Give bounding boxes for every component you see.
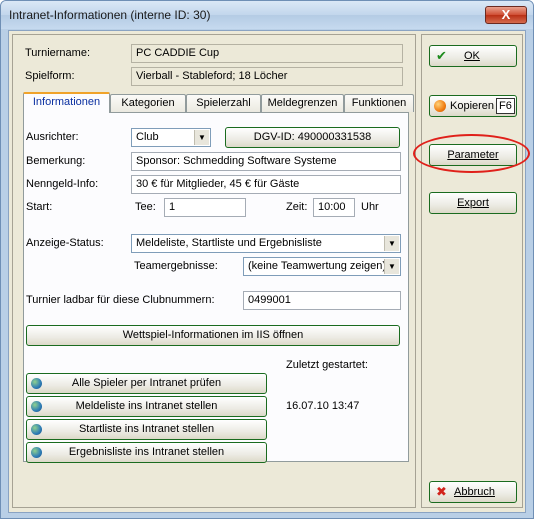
close-button[interactable]: X xyxy=(485,6,527,24)
export-button[interactable]: Export xyxy=(429,192,517,214)
anzeige-status-value: Meldeliste, Startliste und Ergebnisliste xyxy=(136,237,322,249)
zuletzt-gestartet-value: 16.07.10 13:47 xyxy=(286,400,360,412)
zuletzt-gestartet-label: Zuletzt gestartet: xyxy=(286,359,368,371)
teamergebnisse-value: (keine Teamwertung zeigen) xyxy=(248,260,386,272)
ausrichter-value: Club xyxy=(136,131,159,143)
meldeliste-button[interactable]: Meldeliste ins Intranet stellen xyxy=(26,396,267,417)
tab-meldegrenzen[interactable]: Meldegrenzen xyxy=(261,94,344,112)
tab-page-informationen: Ausrichter: Club ▼ DGV-ID: 490000331538 … xyxy=(23,112,409,463)
chevron-down-icon: ▼ xyxy=(194,130,209,145)
tee-label: Tee: xyxy=(135,201,156,213)
check-icon: ✔ xyxy=(436,48,447,63)
nenngeld-field[interactable]: 30 € für Mitglieder, 45 € für Gäste xyxy=(131,175,401,194)
shortcut-badge: F6 xyxy=(496,98,515,114)
ausrichter-label: Ausrichter: xyxy=(26,131,79,143)
turniername-field: PC CADDIE Cup xyxy=(131,44,403,63)
side-panel: ✔ OK Kopieren F6 Parameter Export ✖ Abbr… xyxy=(421,34,523,508)
uhr-label: Uhr xyxy=(361,201,379,213)
turniername-label: Turniername: xyxy=(25,47,91,59)
abbruch-label: Abbruch xyxy=(454,486,495,498)
parameter-label: Parameter xyxy=(447,149,499,161)
bemerkung-field[interactable]: Sponsor: Schmedding Software Systeme xyxy=(131,152,401,171)
spielform-field: Vierball - Stableford; 18 Löcher xyxy=(131,67,403,86)
zeit-field[interactable]: 10:00 xyxy=(313,198,355,217)
tee-field[interactable]: 1 xyxy=(164,198,246,217)
iis-open-button[interactable]: Wettspiel-Informationen im IIS öffnen xyxy=(26,325,400,346)
tab-label: Spielerzahl xyxy=(196,97,251,109)
kopieren-label: Kopieren xyxy=(450,100,495,112)
tab-kategorien[interactable]: Kategorien xyxy=(110,94,186,112)
ok-label: OK xyxy=(464,50,480,62)
tab-informationen[interactable]: Informationen xyxy=(23,92,110,113)
tab-label: Meldegrenzen xyxy=(267,97,338,109)
anzeige-status-label: Anzeige-Status: xyxy=(26,237,104,249)
export-label: Export xyxy=(457,197,489,209)
tab-label: Kategorien xyxy=(121,97,175,109)
kopieren-button[interactable]: Kopieren F6 xyxy=(429,95,517,117)
alle-spieler-pruefen-button[interactable]: Alle Spieler per Intranet prüfen xyxy=(26,373,267,394)
globe-icon xyxy=(31,424,42,435)
ergebnisliste-button[interactable]: Ergebnisliste ins Intranet stellen xyxy=(26,442,267,463)
bemerkung-label: Bemerkung: xyxy=(26,155,86,167)
chevron-down-icon: ▼ xyxy=(384,236,399,251)
close-icon: X xyxy=(501,7,511,22)
dialog-window: Intranet-Informationen (interne ID: 30) … xyxy=(0,0,534,519)
dgv-id-button[interactable]: DGV-ID: 490000331538 xyxy=(225,127,400,148)
nenngeld-label: Nenngeld-Info: xyxy=(26,178,99,190)
copy-icon xyxy=(434,100,446,112)
button-label: Startliste ins Intranet stellen xyxy=(78,423,215,435)
main-panel: Turniername: PC CADDIE Cup Spielform: Vi… xyxy=(12,34,416,508)
tab-label: Funktionen xyxy=(351,97,407,109)
close-icon: ✖ xyxy=(436,484,447,499)
dialog-client: Turniername: PC CADDIE Cup Spielform: Vi… xyxy=(8,30,526,513)
button-label: Alle Spieler per Intranet prüfen xyxy=(71,377,222,389)
globe-icon xyxy=(31,447,42,458)
clubnummern-label: Turnier ladbar für diese Clubnummern: xyxy=(26,294,215,306)
window-title: Intranet-Informationen (interne ID: 30) xyxy=(9,8,211,22)
teamergebnisse-label: Teamergebnisse: xyxy=(134,260,218,272)
zeit-label: Zeit: xyxy=(286,201,308,213)
start-label: Start: xyxy=(26,201,53,213)
ok-button[interactable]: ✔ OK xyxy=(429,45,517,67)
anzeige-status-select[interactable]: Meldeliste, Startliste und Ergebnisliste… xyxy=(131,234,401,253)
chevron-down-icon: ▼ xyxy=(384,259,399,274)
ausrichter-select[interactable]: Club ▼ xyxy=(131,128,211,147)
tab-spielerzahl[interactable]: Spielerzahl xyxy=(186,94,261,112)
clubnummern-field[interactable]: 0499001 xyxy=(243,291,401,310)
teamergebnisse-select[interactable]: (keine Teamwertung zeigen) ▼ xyxy=(243,257,401,276)
startliste-button[interactable]: Startliste ins Intranet stellen xyxy=(26,419,267,440)
title-bar[interactable]: Intranet-Informationen (interne ID: 30) … xyxy=(1,1,533,29)
tab-label: Informationen xyxy=(32,96,101,108)
spielform-label: Spielform: xyxy=(25,70,75,82)
tab-funktionen[interactable]: Funktionen xyxy=(344,94,414,112)
button-label: Ergebnisliste ins Intranet stellen xyxy=(68,446,225,458)
parameter-button[interactable]: Parameter xyxy=(429,144,517,166)
globe-icon xyxy=(31,378,42,389)
abbruch-button[interactable]: ✖ Abbruch xyxy=(429,481,517,503)
globe-icon xyxy=(31,401,42,412)
button-label: Meldeliste ins Intranet stellen xyxy=(75,400,218,412)
